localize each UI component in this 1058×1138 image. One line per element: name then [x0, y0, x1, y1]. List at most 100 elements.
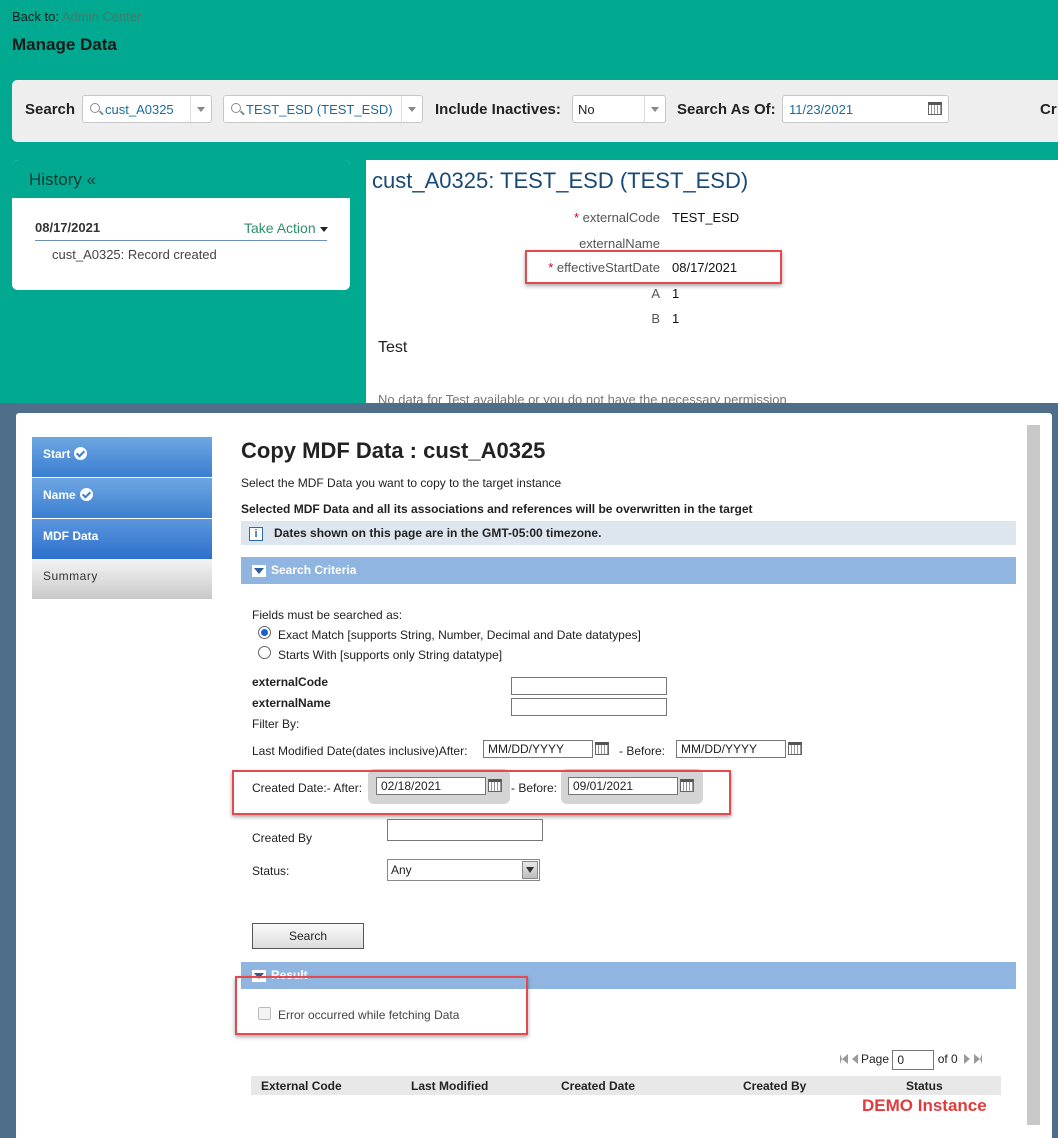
back-link-row: Back to: Admin Center — [12, 9, 141, 24]
page-of-label: of 0 — [937, 1052, 958, 1067]
status-select[interactable]: Any — [387, 859, 540, 881]
include-inactives-value: No — [578, 102, 595, 117]
cut-off-label: Cr — [1040, 101, 1057, 118]
admin-center-link[interactable]: Admin Center — [62, 9, 141, 24]
highlight-box — [525, 250, 782, 284]
field-value-externalcode: TEST_ESD — [672, 210, 740, 225]
status-label: Status: — [252, 864, 290, 878]
last-modified-after-field[interactable]: MM/DD/YYYY — [483, 740, 593, 758]
calendar-icon[interactable] — [928, 102, 942, 115]
highlight-box — [235, 976, 528, 1035]
back-prefix: Back to: — [12, 9, 59, 24]
copy-mdf-dialog: Start Name MDF Data Summary Copy MDF Dat… — [16, 413, 1052, 1138]
column-status[interactable]: Status — [906, 1079, 943, 1093]
calendar-icon[interactable] — [595, 742, 609, 755]
search-as-of-label: Search As Of: — [677, 101, 776, 118]
starts-with-radio[interactable] — [258, 646, 271, 659]
results-table-header: External Code Last Modified Created Date… — [251, 1076, 1001, 1095]
include-inactives-select[interactable]: No — [572, 95, 666, 123]
history-panel: History « 08/17/2021 Take Action cust_A0… — [12, 160, 350, 290]
status-value: Any — [391, 863, 412, 877]
chevron-down-icon[interactable] — [190, 96, 211, 122]
object-type-value: cust_A0325 — [105, 102, 174, 117]
exact-match-label: Exact Match [supports String, Number, De… — [278, 628, 641, 642]
history-divider — [35, 240, 327, 241]
timezone-note-bar: i Dates shown on this page are in the GM… — [241, 521, 1016, 545]
search-button[interactable]: Search — [252, 923, 364, 949]
history-list: 08/17/2021 Take Action cust_A0325: Recor… — [12, 198, 350, 290]
exact-match-radio[interactable] — [258, 626, 271, 639]
include-inactives-label: Include Inactives: — [435, 101, 561, 118]
record-detail: cust_A0325: TEST_ESD (TEST_ESD) * extern… — [366, 160, 1058, 403]
previous-page-icon[interactable] — [852, 1054, 858, 1065]
collapse-icon[interactable] — [252, 565, 266, 577]
section-title-test: Test — [378, 339, 408, 356]
highlight-box — [232, 770, 731, 815]
page-label: Page — [861, 1052, 890, 1067]
starts-with-label: Starts With [supports only String dataty… — [278, 648, 503, 662]
field-label-a: A — [651, 286, 660, 301]
last-modified-label: Last Modified Date(dates inclusive)After… — [252, 744, 468, 758]
check-icon — [79, 488, 93, 501]
field-value-b: 1 — [672, 311, 680, 326]
fields-searched-as-label: Fields must be searched as: — [252, 608, 403, 622]
search-icon — [231, 103, 241, 113]
history-title: History « — [29, 170, 97, 189]
wizard-step-summary[interactable]: Summary — [32, 559, 212, 599]
history-header[interactable]: History « — [12, 160, 350, 198]
chevron-down-icon[interactable] — [401, 96, 422, 122]
created-by-label: Created By — [252, 831, 313, 845]
calendar-icon[interactable] — [788, 742, 802, 755]
search-icon — [90, 103, 100, 113]
search-label: Search — [25, 101, 76, 118]
record-title: cust_A0325: TEST_ESD (TEST_ESD) — [372, 168, 749, 193]
history-date: 08/17/2021 — [35, 220, 101, 235]
search-criteria-label: Search Criteria — [271, 563, 357, 577]
wizard-step-name[interactable]: Name — [32, 478, 212, 518]
column-created-date[interactable]: Created Date — [561, 1079, 635, 1093]
field-label-b: B — [651, 311, 660, 326]
next-page-icon[interactable] — [964, 1054, 971, 1065]
object-type-combo[interactable]: cust_A0325 — [82, 95, 212, 123]
history-entry[interactable]: cust_A0325: Record created — [52, 247, 217, 262]
column-last-modified[interactable]: Last Modified — [411, 1079, 488, 1093]
created-by-input[interactable] — [387, 819, 543, 841]
no-data-message: No data for Test available or you do not… — [378, 392, 787, 403]
take-action-button[interactable]: Take Action — [244, 220, 328, 236]
demo-instance-watermark: DEMO Instance — [862, 1096, 987, 1115]
dialog-subtitle: Select the MDF Data you want to copy to … — [241, 476, 562, 490]
field-value-a: 1 — [672, 286, 680, 301]
chevron-down-icon[interactable] — [522, 861, 538, 879]
external-code-input[interactable] — [511, 677, 667, 695]
manage-data-screen: Back to: Admin Center Manage Data Search… — [0, 0, 1058, 403]
search-criteria-header[interactable]: Search Criteria — [241, 557, 1016, 584]
column-created-by[interactable]: Created By — [743, 1079, 806, 1093]
external-name-label: externalName — [252, 696, 331, 710]
filter-by-label: Filter By: — [252, 717, 300, 731]
last-modified-before-field[interactable]: MM/DD/YYYY — [676, 740, 786, 758]
scrollbar[interactable] — [1027, 425, 1040, 1125]
page-title: Manage Data — [12, 35, 117, 54]
wizard-step-mdf-data[interactable]: MDF Data — [32, 519, 212, 559]
first-page-icon[interactable] — [840, 1054, 848, 1065]
pagination: Page of 0 — [840, 1050, 983, 1070]
last-modified-before-label: - Before: — [619, 744, 666, 758]
check-icon — [74, 447, 88, 460]
search-as-of-date-field[interactable]: 11/23/2021 — [782, 95, 949, 123]
field-label-externalname: externalName — [579, 236, 660, 251]
page-number-input[interactable] — [892, 1050, 935, 1070]
timezone-note: Dates shown on this page are in the GMT-… — [274, 526, 602, 540]
search-bar: Search cust_A0325 TEST_ESD (TEST_ESD) In… — [12, 80, 1058, 142]
record-combo[interactable]: TEST_ESD (TEST_ESD) — [223, 95, 423, 123]
external-code-label: externalCode — [252, 675, 329, 689]
external-name-input[interactable] — [511, 698, 667, 716]
info-icon: i — [249, 527, 263, 541]
field-label-externalcode: * externalCode — [573, 210, 660, 225]
copy-mdf-backdrop: Start Name MDF Data Summary Copy MDF Dat… — [0, 403, 1058, 1138]
chevron-down-icon[interactable] — [644, 96, 665, 122]
search-as-of-value: 11/23/2021 — [789, 102, 854, 117]
last-page-icon[interactable] — [974, 1054, 983, 1065]
dialog-title: Copy MDF Data : cust_A0325 — [241, 438, 546, 463]
wizard-step-start[interactable]: Start — [32, 437, 212, 477]
column-external-code[interactable]: External Code — [261, 1079, 342, 1093]
